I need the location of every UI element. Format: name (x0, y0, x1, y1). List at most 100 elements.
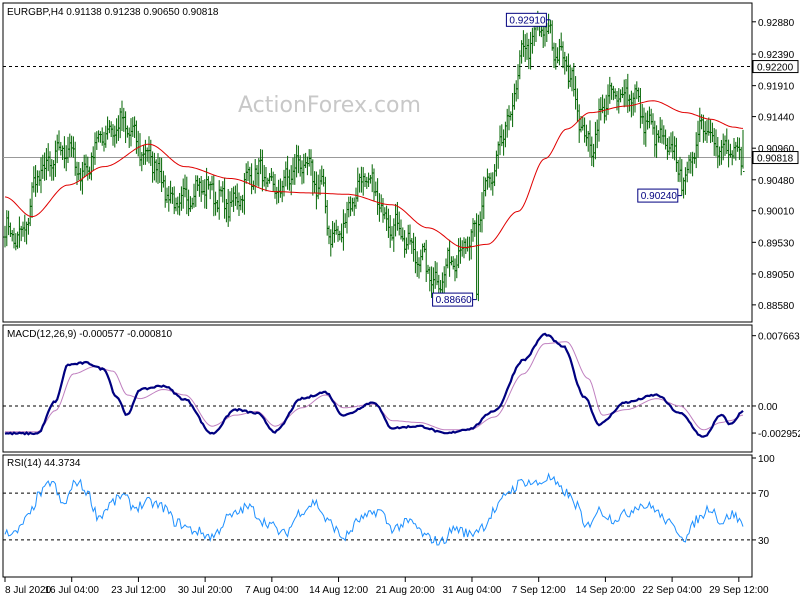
ohlc-bar (205, 167, 209, 209)
macd-y-axis: 0.007663 0.00 -0.002952 (752, 332, 800, 440)
ohlc-bar (219, 186, 223, 197)
ohlc-bar (8, 222, 12, 237)
ohlc-bar (530, 27, 534, 54)
ohlc-bar (358, 173, 362, 193)
ohlc-bar (374, 181, 378, 197)
ohlc-bar (464, 238, 468, 255)
ohlc-bar (617, 88, 621, 114)
ohlc-bar (507, 105, 511, 131)
ohlc-bar (68, 133, 72, 158)
ohlc-bar (43, 152, 47, 181)
ohlc-bar (669, 132, 673, 153)
ohlc-bar (142, 145, 146, 165)
ohlc-bar (457, 238, 461, 269)
ohlc-bar (606, 84, 610, 115)
ohlc-bar (491, 172, 495, 196)
ohlc-bar (23, 214, 27, 243)
ohlc-bar (583, 117, 587, 143)
ohlc-bar (376, 178, 380, 215)
x-tick-label: 14 Sep 20:00 (576, 585, 636, 596)
ohlc-bar (489, 172, 493, 191)
ohlc-bar (385, 205, 389, 231)
ohlc-bar (721, 133, 725, 161)
ohlc-bar (304, 152, 308, 169)
ohlc-bar (552, 42, 556, 69)
ohlc-bar (557, 38, 561, 66)
ohlc-bar (611, 85, 615, 101)
ohlc-bar (559, 32, 563, 51)
ohlc-bar (275, 186, 279, 205)
ohlc-bar (640, 103, 644, 124)
macd-signal-line (5, 341, 744, 433)
ohlc-bar (32, 166, 36, 193)
ohlc-bar (628, 94, 632, 112)
ohlc-bar (511, 92, 515, 128)
ohlc-bar (16, 231, 20, 249)
ohlc-bar (660, 119, 664, 144)
ohlc-bar (201, 179, 205, 195)
ohlc-bar (39, 157, 43, 194)
y-tick-label: 0.91440 (758, 113, 795, 124)
ohlc-bar (50, 159, 54, 181)
ohlc-bar (525, 32, 529, 60)
price-level-label: 0.92200 (757, 63, 794, 74)
ohlc-bar (473, 220, 477, 237)
ohlc-bar (169, 180, 173, 204)
ohlc-bar (419, 249, 423, 273)
ohlc-bar (188, 196, 192, 212)
ohlc-bar (311, 159, 315, 196)
ohlc-bar (622, 79, 626, 108)
ohlc-bar (305, 156, 309, 176)
ohlc-bar (487, 173, 491, 188)
y-tick-label: 0.89530 (758, 238, 795, 249)
ohlc-bar (91, 146, 95, 171)
ohlc-bar (406, 224, 410, 250)
ohlc-bar (26, 217, 30, 235)
ohlc-bar (349, 196, 353, 217)
ohlc-bar (568, 64, 572, 88)
ohlc-bar (100, 127, 104, 146)
ohlc-bar (444, 258, 448, 288)
ohlc-bar (295, 144, 299, 178)
ohlc-bar (647, 106, 651, 129)
ohlc-bar (696, 120, 700, 158)
rsi-header: RSI(14) 44.3734 (7, 458, 81, 469)
ohlc-bar (516, 64, 520, 100)
ohlc-bar (253, 158, 257, 194)
ohlc-bar (152, 152, 156, 181)
ohlc-bar (224, 198, 228, 223)
ohlc-bar (282, 169, 286, 197)
ohlc-bar (471, 218, 475, 242)
ohlc-bar (593, 121, 597, 160)
annotation-label: 0.88660 (436, 295, 473, 306)
ohlc-bar (221, 181, 225, 203)
watermark: ActionForex.com (238, 93, 421, 118)
ohlc-bar (172, 186, 176, 215)
ohlc-bar (392, 218, 396, 252)
rsi-line (4, 472, 744, 546)
ohlc-bar (363, 173, 367, 187)
ohlc-bar (52, 160, 56, 181)
ohlc-bar (178, 192, 182, 216)
ohlc-bar (70, 135, 74, 157)
ohlc-bar (556, 47, 560, 64)
ohlc-bar (273, 173, 277, 199)
ohlc-bar (624, 78, 628, 107)
ohlc-bar (55, 134, 59, 164)
x-tick-label: 31 Aug 04:00 (443, 585, 502, 596)
ohlc-bar (529, 31, 533, 70)
ohlc-bar (102, 131, 106, 152)
ohlc-bar (289, 165, 293, 196)
ohlc-bar (111, 124, 115, 146)
ohlc-bar (739, 146, 743, 176)
ohlc-bar (197, 177, 201, 197)
ohlc-bar (313, 171, 317, 194)
ohlc-bar (338, 230, 342, 241)
ohlc-bar (449, 256, 453, 266)
ohlc-bar (597, 98, 601, 142)
ohlc-bar (599, 97, 603, 121)
ohlc-bar (93, 132, 97, 165)
ohlc-bar (106, 116, 110, 140)
ohlc-bar (482, 176, 486, 220)
ohlc-bar (521, 30, 525, 57)
